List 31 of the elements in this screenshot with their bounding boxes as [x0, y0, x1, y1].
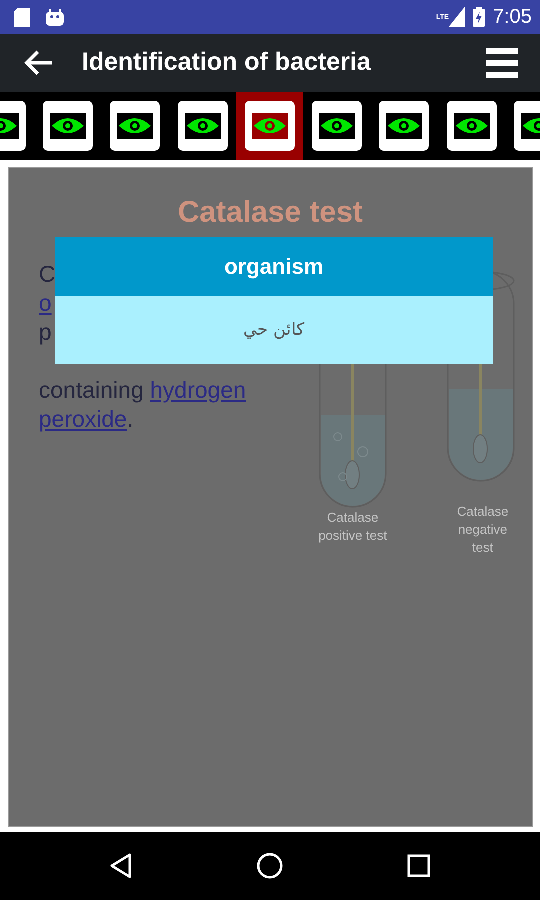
text-link[interactable]: hydrogen [150, 377, 246, 403]
text-link[interactable]: peroxide [39, 406, 128, 432]
eye-icon [386, 113, 422, 139]
eye-icon [117, 113, 154, 139]
home-icon[interactable] [256, 852, 284, 880]
time-label: 7:05 [493, 5, 532, 30]
android-icon [46, 8, 64, 26]
eye-tab[interactable] [236, 92, 304, 160]
menu-icon[interactable] [486, 47, 518, 79]
eye-icon [184, 113, 221, 139]
figure-caption: Catalase negative test [456, 503, 510, 557]
paragraph-text: C [39, 261, 56, 287]
dialog-text: كائن حي [55, 296, 493, 364]
eye-icon [252, 113, 288, 139]
back-icon[interactable] [109, 853, 134, 879]
text-link[interactable]: o [39, 290, 52, 316]
paragraph-text: . [127, 406, 134, 432]
recents-icon[interactable] [406, 854, 431, 878]
paragraph-text: p [39, 319, 52, 345]
dialog-title: organism [55, 237, 493, 296]
figure-caption: Catalase positive test [318, 509, 388, 545]
eye-icon [50, 113, 86, 139]
article-title: Catalase test [176, 195, 364, 231]
paragraph-text: containing [39, 377, 145, 403]
sd-card-icon [14, 8, 30, 26]
back-arrow-icon[interactable] [24, 50, 54, 76]
eye-icon [454, 113, 490, 139]
app-title: Identification of bacteria [82, 47, 372, 78]
eye-icon [319, 113, 356, 139]
battery-icon [473, 7, 486, 27]
signal-icon [449, 7, 466, 27]
